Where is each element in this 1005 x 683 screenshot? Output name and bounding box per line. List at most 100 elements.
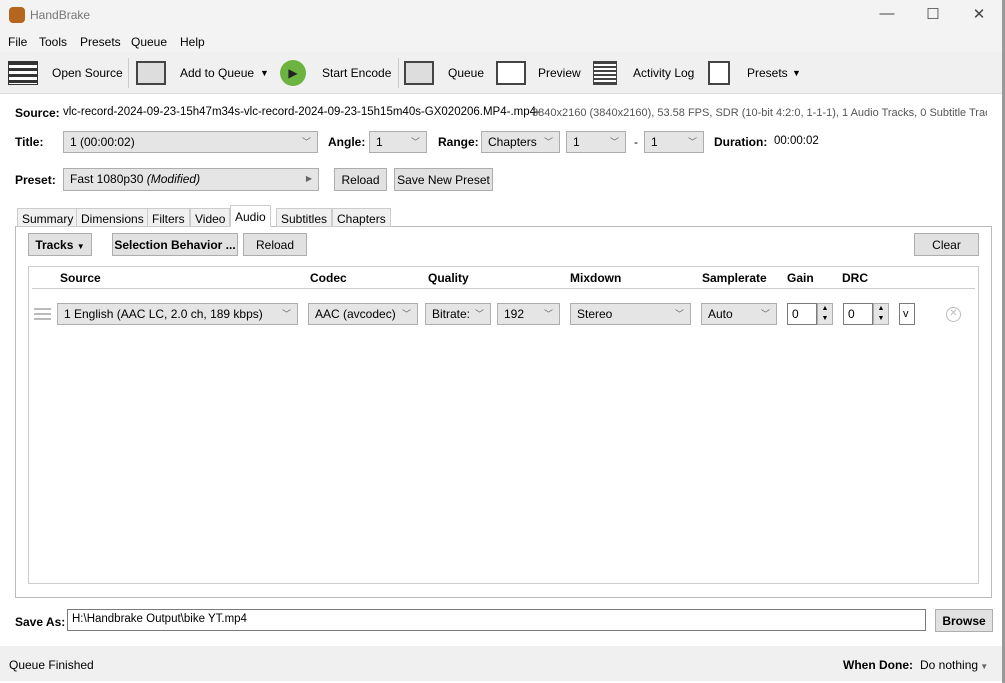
- chevron-down-icon: ﹀: [281, 309, 291, 319]
- selection-behavior-button[interactable]: Selection Behavior ...: [112, 233, 238, 256]
- chevron-down-icon: ﹀: [543, 137, 553, 147]
- add-image-icon[interactable]: [136, 61, 166, 85]
- header-quality: Quality: [428, 271, 469, 285]
- tab-subtitles[interactable]: Subtitles: [276, 208, 333, 227]
- dropdown-arrow-icon: ▼: [76, 242, 85, 251]
- header-drc: DRC: [842, 271, 868, 285]
- samplerate-select[interactable]: Auto ﹀: [701, 303, 777, 325]
- menu-help[interactable]: Help: [180, 35, 205, 49]
- title-label: Title:: [15, 135, 44, 149]
- range-start-select[interactable]: 1 ﹀: [566, 131, 626, 153]
- clapperboard-icon[interactable]: [8, 61, 38, 85]
- source-label: Source:: [15, 106, 60, 120]
- chevron-down-icon: ﹀: [609, 137, 619, 147]
- audio-reload-button[interactable]: Reload: [243, 233, 307, 256]
- play-icon[interactable]: ▶: [280, 60, 306, 86]
- drag-handle-icon[interactable]: [34, 308, 51, 320]
- remove-track-icon[interactable]: ✕: [946, 307, 961, 322]
- toolbar-separator: [128, 58, 129, 88]
- when-done-select[interactable]: Do nothing ▼: [920, 658, 988, 672]
- gain-spinner[interactable]: ▲ ▼: [817, 303, 833, 325]
- header-gain: Gain: [787, 271, 814, 285]
- save-new-preset-button[interactable]: Save New Preset: [394, 168, 493, 191]
- tab-dimensions[interactable]: Dimensions: [76, 208, 149, 227]
- presets-button[interactable]: Presets: [747, 66, 788, 80]
- more-options-button[interactable]: v: [899, 303, 915, 325]
- tab-audio[interactable]: Audio: [230, 205, 271, 227]
- presets-gear-icon[interactable]: [708, 61, 730, 85]
- minimize-button[interactable]: —: [877, 5, 897, 25]
- header-source: Source: [60, 271, 101, 285]
- clear-button[interactable]: Clear: [914, 233, 979, 256]
- when-done-label: When Done:: [843, 658, 913, 672]
- preview-film-icon[interactable]: [496, 61, 526, 85]
- preset-value: Fast 1080p30: [70, 172, 144, 186]
- dropdown-arrow-icon: ▼: [978, 662, 989, 671]
- gain-input[interactable]: 0: [787, 303, 817, 325]
- chevron-down-icon: ﹀: [674, 309, 684, 319]
- tab-summary[interactable]: Summary: [17, 208, 79, 227]
- add-to-queue-button[interactable]: Add to Queue: [180, 66, 254, 80]
- browse-button[interactable]: Browse: [935, 609, 993, 632]
- quality-mode-select[interactable]: Bitrate: ﹀: [425, 303, 491, 325]
- range-type-select[interactable]: Chapters ﹀: [481, 131, 560, 153]
- menu-file[interactable]: File: [8, 35, 27, 49]
- queue-button[interactable]: Queue: [448, 66, 484, 80]
- angle-label: Angle:: [328, 135, 366, 149]
- drc-spinner[interactable]: ▲ ▼: [873, 303, 889, 325]
- open-source-button[interactable]: Open Source: [52, 66, 123, 80]
- angle-value: 1: [376, 135, 383, 149]
- menu-queue[interactable]: Queue: [131, 35, 167, 49]
- add-to-queue-dropdown-icon[interactable]: ▼: [260, 68, 269, 78]
- preview-button[interactable]: Preview: [538, 66, 581, 80]
- menu-tools[interactable]: Tools: [39, 35, 67, 49]
- tab-filters[interactable]: Filters: [147, 208, 190, 227]
- when-done-value: Do nothing: [920, 658, 979, 672]
- range-dash: -: [634, 135, 638, 149]
- tracks-label: Tracks: [35, 238, 74, 252]
- activity-log-button[interactable]: Activity Log: [633, 66, 694, 80]
- tab-chapters[interactable]: Chapters: [332, 208, 391, 227]
- samplerate-value: Auto: [708, 307, 733, 321]
- mixdown-value: Stereo: [577, 307, 613, 321]
- mixdown-select[interactable]: Stereo ﹀: [570, 303, 691, 325]
- status-text: Queue Finished: [9, 658, 94, 672]
- source-name: vlc-record-2024-09-23-15h47m34s-vlc-reco…: [63, 106, 540, 118]
- title-select[interactable]: 1 (00:00:02) ﹀: [63, 131, 318, 153]
- tab-video[interactable]: Video: [190, 208, 231, 227]
- codec-select[interactable]: AAC (avcodec) ﹀: [308, 303, 418, 325]
- range-end-select[interactable]: 1 ﹀: [644, 131, 704, 153]
- activity-log-icon[interactable]: [593, 61, 617, 85]
- save-as-input[interactable]: H:\Handbrake Output\bike YT.mp4: [67, 609, 926, 631]
- preset-reload-button[interactable]: Reload: [334, 168, 387, 191]
- preset-select[interactable]: Fast 1080p30 (Modified) ▶: [63, 168, 319, 191]
- track-source-select[interactable]: 1 English (AAC LC, 2.0 ch, 189 kbps) ﹀: [57, 303, 298, 325]
- menu-presets[interactable]: Presets: [80, 35, 121, 49]
- tracks-dropdown-button[interactable]: Tracks ▼: [28, 233, 92, 256]
- window-title: HandBrake: [30, 8, 91, 22]
- angle-select[interactable]: 1 ﹀: [369, 131, 427, 153]
- chevron-down-icon: ﹀: [760, 309, 770, 319]
- chevron-down-icon: ﹀: [301, 137, 311, 147]
- toolbar-separator: [398, 58, 399, 88]
- track-source-value: 1 English (AAC LC, 2.0 ch, 189 kbps): [64, 307, 263, 321]
- source-info: 3840x2160 (3840x2160), 53.58 FPS, SDR (1…: [532, 107, 987, 119]
- duration-value: 00:00:02: [774, 135, 819, 147]
- header-codec: Codec: [310, 271, 347, 285]
- title-value: 1 (00:00:02): [70, 135, 135, 149]
- close-button[interactable]: ✕: [969, 5, 989, 25]
- maximize-button[interactable]: ☐: [923, 5, 943, 25]
- title-bar: [0, 0, 1002, 30]
- presets-dropdown-icon[interactable]: ▼: [792, 68, 801, 78]
- header-divider: [32, 288, 975, 289]
- chevron-down-icon: ﹀: [410, 137, 420, 147]
- drc-input[interactable]: 0: [843, 303, 873, 325]
- bitrate-value: 192: [504, 307, 525, 321]
- queue-icon[interactable]: [404, 61, 434, 85]
- header-samplerate: Samplerate: [702, 271, 767, 285]
- chevron-down-icon: ﹀: [543, 309, 553, 319]
- quality-mode-value: Bitrate:: [432, 307, 471, 321]
- range-start-value: 1: [573, 135, 580, 149]
- start-encode-button[interactable]: Start Encode: [322, 66, 391, 80]
- bitrate-select[interactable]: 192 ﹀: [497, 303, 560, 325]
